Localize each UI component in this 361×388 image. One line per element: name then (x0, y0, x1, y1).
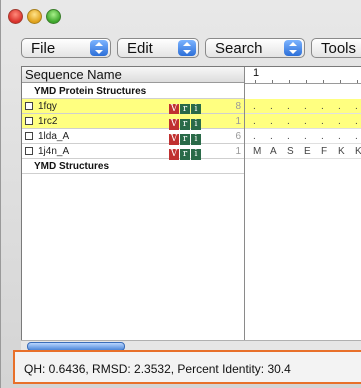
residue: . (321, 101, 324, 112)
edit-menu-label: Edit (127, 40, 153, 57)
residue: . (253, 131, 256, 142)
sequence-name: 1fqy (38, 101, 57, 112)
ruler-tick (289, 80, 290, 83)
sequence-name-pane: Sequence Name YMD Protein Structures 1fq… (22, 67, 245, 341)
sequence-count: 1 (235, 146, 241, 157)
tools-menu-label: Tools (321, 40, 357, 57)
chevron-updown-icon (178, 40, 196, 56)
residue: . (270, 131, 273, 142)
residue: . (355, 101, 358, 112)
alignment-row-1j4n-a[interactable]: M A S E F K K (245, 144, 361, 159)
residue: K (338, 146, 345, 157)
residue: . (253, 101, 256, 112)
residue: . (321, 116, 324, 127)
ruler-start-label: 1 (253, 67, 260, 79)
sequence-row-1j4n-a[interactable]: 1j4n_A Vri 1 (22, 144, 244, 160)
chevron-updown-icon (284, 40, 302, 56)
sequence-badges: Vri (169, 116, 202, 130)
sequence-row-1rc2[interactable]: 1rc2 Vri 1 (22, 114, 244, 130)
residue: . (338, 131, 341, 142)
sequence-badges: Vri (169, 146, 202, 160)
sequence-checkbox[interactable] (25, 117, 33, 125)
sequence-badges: Vri (169, 131, 202, 145)
residue: M (253, 146, 262, 157)
ruler-tick (255, 80, 256, 83)
residue: K (355, 146, 361, 157)
ruler-tick (272, 80, 273, 83)
residue: S (287, 146, 294, 157)
alignment-row-1fqy[interactable]: . . . . . . . (245, 99, 361, 114)
title-bar (1, 0, 361, 30)
close-window-button[interactable] (8, 9, 23, 24)
sequence-name: 1j4n_A (38, 146, 70, 157)
sequence-row-1fqy[interactable]: 1fqy Vri 8 (22, 99, 244, 115)
residue: . (253, 116, 256, 127)
sequence-count: 6 (235, 131, 241, 142)
ruler-tick (357, 80, 358, 83)
sequence-badges: Vri (169, 101, 202, 115)
status-bar: QH: 0.6436, RMSD: 2.3532, Percent Identi… (13, 350, 361, 384)
search-menu-popup[interactable]: Search (205, 38, 305, 58)
file-menu-label: File (31, 40, 56, 57)
sequence-row-1lda-a[interactable]: 1lda_A Vri 6 (22, 129, 244, 145)
sequence-name-header[interactable]: Sequence Name (22, 67, 244, 83)
alignment-pane[interactable]: 1 . . . . . . . . . . . . . . . . . . . … (245, 67, 361, 341)
menu-toolbar: File Edit Search Tools (1, 38, 361, 62)
residue: . (287, 116, 290, 127)
residue: . (355, 116, 358, 127)
sequence-name: 1lda_A (38, 131, 70, 142)
residue: . (321, 131, 324, 142)
zoom-window-button[interactable] (46, 9, 61, 24)
alignment-panel: Sequence Name YMD Protein Structures 1fq… (21, 66, 361, 341)
residue: . (304, 131, 307, 142)
minimize-window-button[interactable] (27, 9, 42, 24)
group-row-structures[interactable]: YMD Structures (22, 159, 244, 174)
residue: . (355, 131, 358, 142)
ruler-tick (323, 80, 324, 83)
sequence-checkbox[interactable] (25, 147, 33, 155)
search-menu-label: Search (215, 40, 263, 57)
alignment-row-1lda-a[interactable]: . . . . . . . (245, 129, 361, 144)
residue: . (338, 101, 341, 112)
ruler-tick (340, 80, 341, 83)
ruler-tick (306, 80, 307, 83)
edit-menu-popup[interactable]: Edit (117, 38, 199, 58)
residue: . (270, 116, 273, 127)
sequence-name: 1rc2 (38, 116, 58, 127)
residue: . (304, 101, 307, 112)
position-ruler: 1 (245, 67, 361, 84)
sequence-checkbox[interactable] (25, 102, 33, 110)
group-row-protein[interactable]: YMD Protein Structures (22, 84, 244, 99)
alignment-row-1rc2[interactable]: . . . . . . . (245, 114, 361, 129)
residue: A (270, 146, 277, 157)
residue: . (270, 101, 273, 112)
residue: . (287, 101, 290, 112)
residue: F (321, 146, 328, 157)
chevron-updown-icon (90, 40, 108, 56)
sequence-checkbox[interactable] (25, 132, 33, 140)
sequence-count: 8 (235, 101, 241, 112)
file-menu-popup[interactable]: File (21, 38, 111, 58)
residue: E (304, 146, 311, 157)
residue: . (304, 116, 307, 127)
residue: . (338, 116, 341, 127)
alignment-window: File Edit Search Tools Sequence Name YMD… (0, 0, 361, 388)
tools-menu-popup[interactable]: Tools (311, 38, 361, 58)
status-text: QH: 0.6436, RMSD: 2.3532, Percent Identi… (24, 362, 291, 376)
residue: . (287, 131, 290, 142)
sequence-count: 1 (235, 116, 241, 127)
